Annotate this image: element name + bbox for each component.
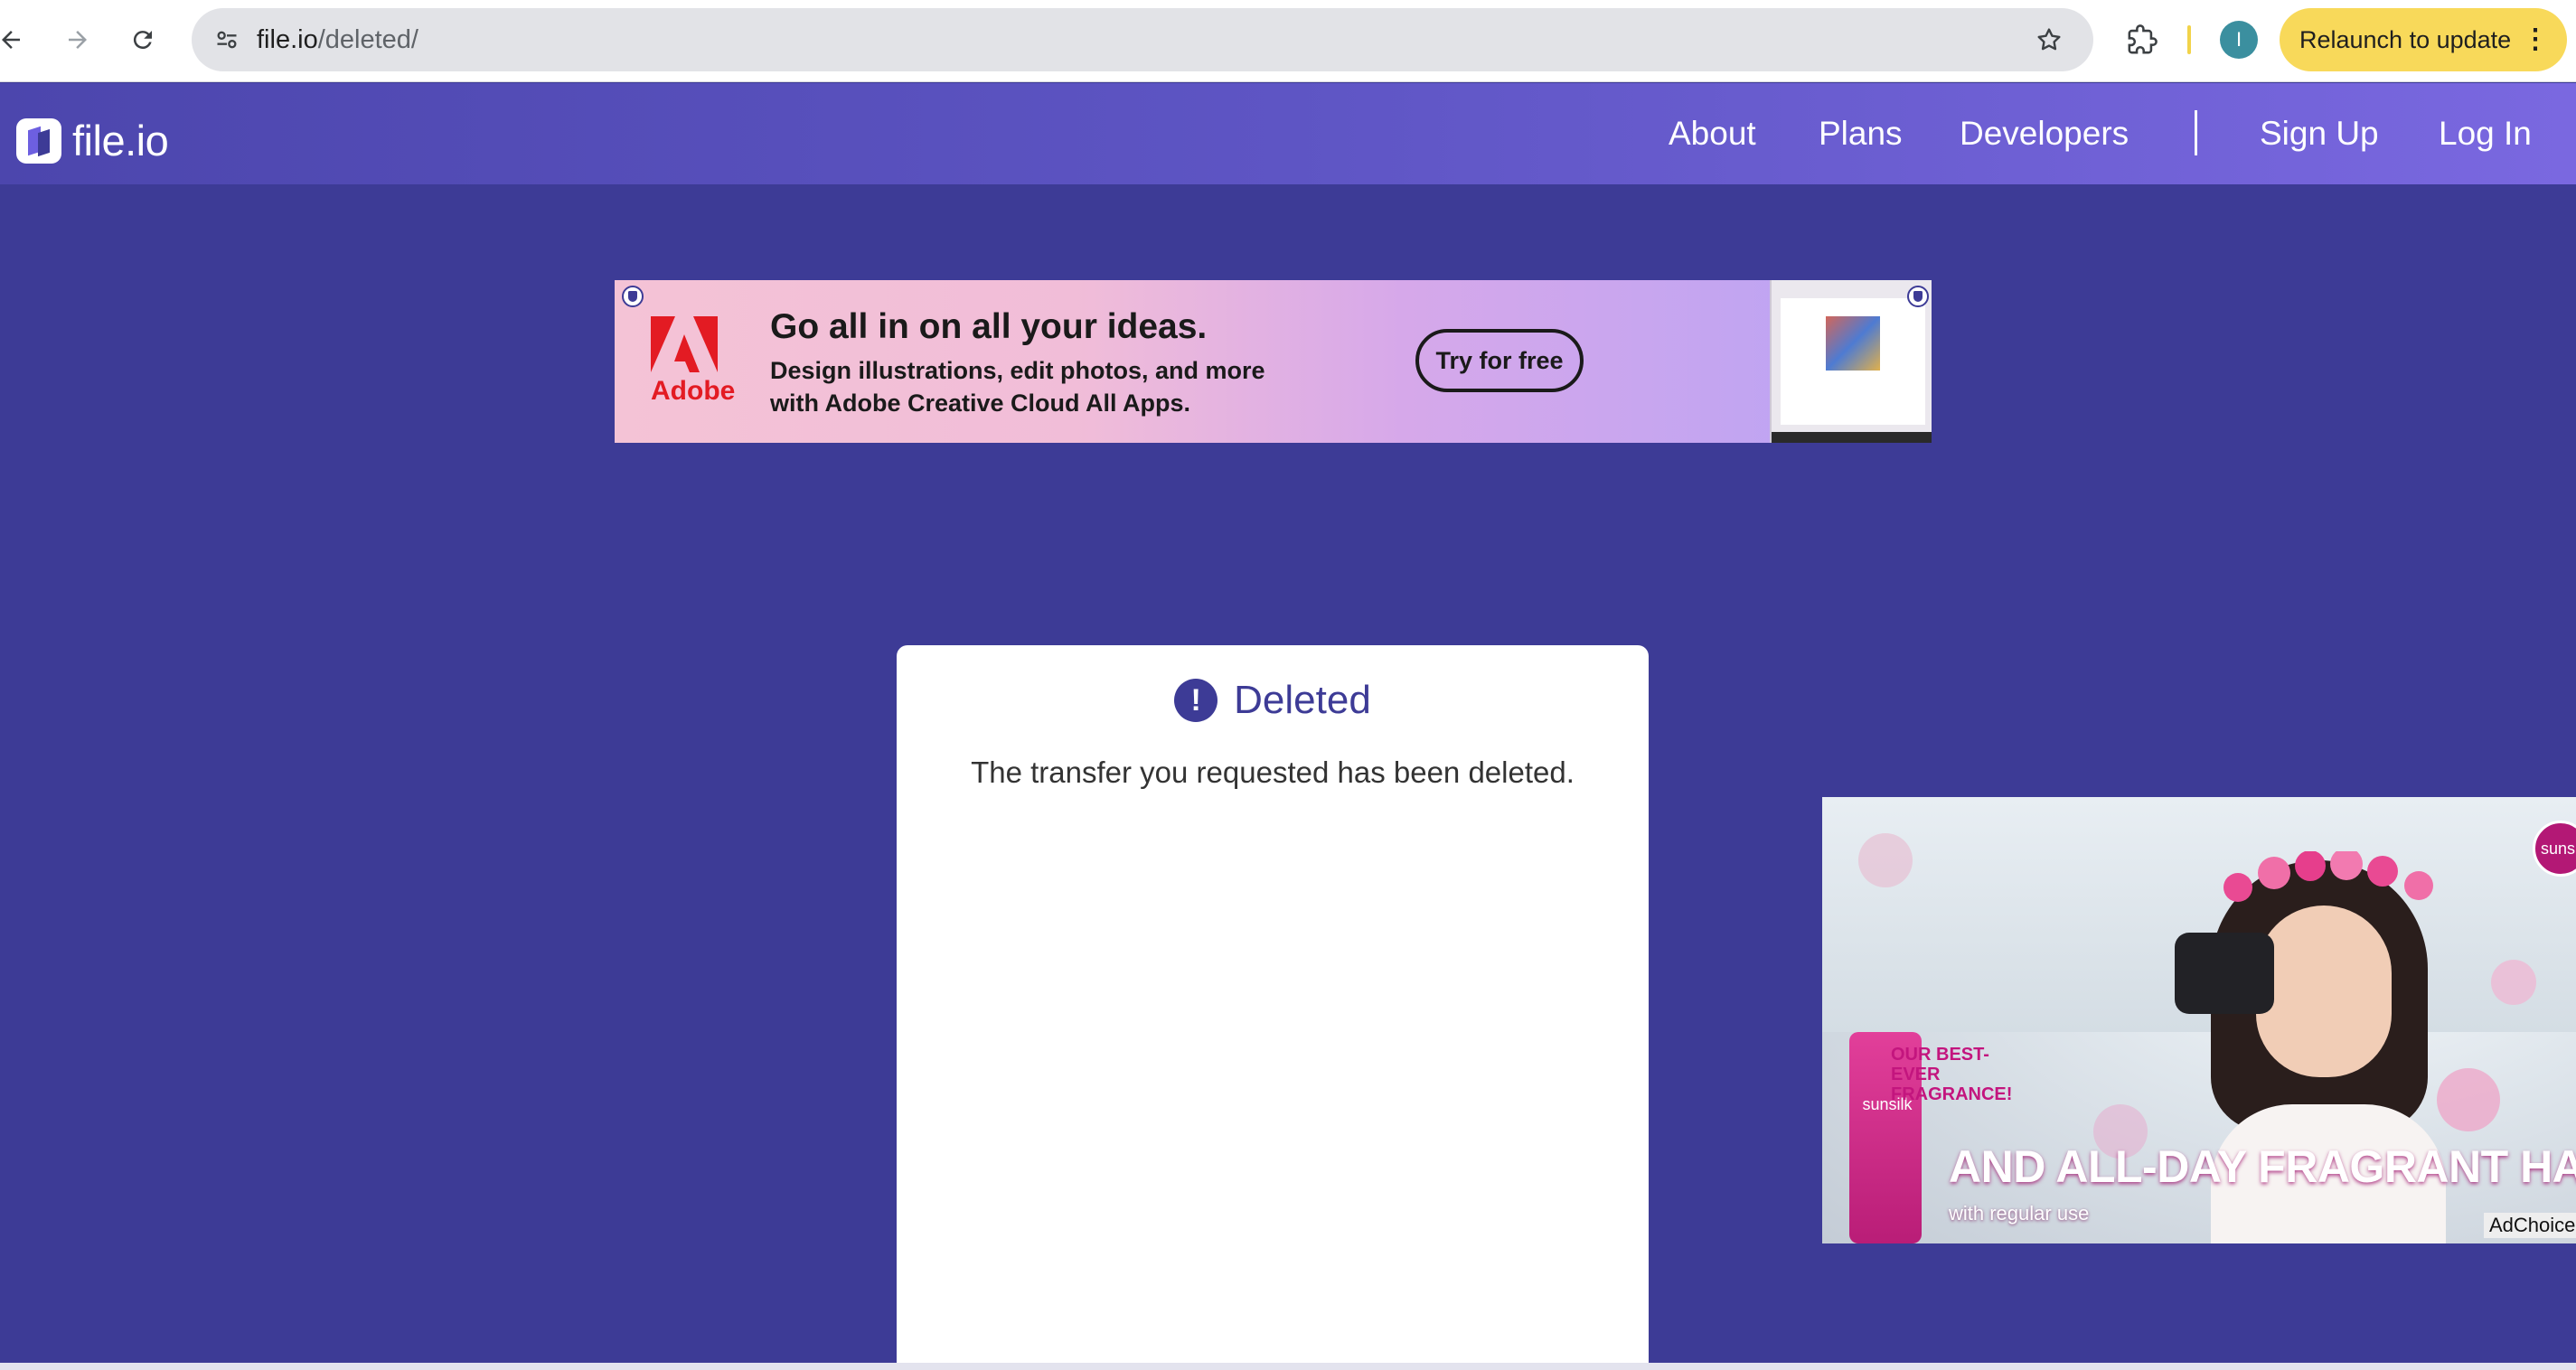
fileio-logo-icon <box>16 117 61 164</box>
camera-icon <box>2175 933 2274 1014</box>
ad-video-subline: with regular use <box>1949 1202 2090 1225</box>
url-host: file.io <box>257 25 318 54</box>
exclamation-circle-icon: ! <box>1174 679 1218 722</box>
address-bar[interactable]: file.io/deleted/ <box>192 8 2093 71</box>
card-header: ! Deleted <box>897 678 1649 723</box>
bookmark-button[interactable] <box>2028 19 2070 61</box>
reload-button[interactable] <box>119 16 166 63</box>
back-button[interactable] <box>0 16 34 63</box>
forward-button[interactable] <box>54 16 101 63</box>
ad-product-screenshot <box>1770 280 1932 443</box>
status-card: ! Deleted The transfer you requested has… <box>897 645 1649 1370</box>
ad-laptop-base <box>1772 432 1932 443</box>
nav-plans[interactable]: Plans <box>1819 83 1903 184</box>
nav-log-in[interactable]: Log In <box>2439 83 2532 184</box>
page-bottom-strip <box>0 1363 2576 1370</box>
extensions-button[interactable] <box>2119 16 2166 63</box>
ad-subtext-line-1: Design illustrations, edit photos, and m… <box>770 357 1265 384</box>
site-info-button[interactable] <box>206 19 248 61</box>
model-face <box>2256 906 2392 1077</box>
adobe-banner-ad[interactable]: Adobe Go all in on all your ideas. Desig… <box>615 280 1932 443</box>
ad-video-headline: AND ALL-DAY FRAGRANT HAIR <box>1949 1141 2576 1192</box>
relaunch-label: Relaunch to update <box>2299 26 2512 53</box>
ad-cta-button[interactable]: Try for free <box>1415 329 1584 392</box>
browser-toolbar: file.io/deleted/ I Relaunch to update ⋮ <box>0 0 2576 82</box>
nav-developers[interactable]: Developers <box>1960 83 2129 184</box>
tune-icon <box>217 31 237 49</box>
arrow-right-icon <box>69 31 87 49</box>
puzzle-icon <box>2128 24 2158 54</box>
card-message: The transfer you requested has been dele… <box>971 755 1575 789</box>
card-title: Deleted <box>1234 678 1371 722</box>
ad-privacy-icon-right[interactable] <box>1907 286 1929 307</box>
adobe-logo-icon <box>651 316 718 372</box>
nav-divider <box>2195 110 2197 155</box>
star-icon <box>2037 28 2061 51</box>
adchoices-button[interactable]: AdChoices <box>2484 1213 2576 1238</box>
ad-subtext: Design illustrations, edit photos, and m… <box>770 354 1265 419</box>
nav-about[interactable]: About <box>1669 83 1756 184</box>
ad-privacy-icon[interactable] <box>622 286 644 307</box>
toolbar-divider <box>2187 25 2191 54</box>
profile-avatar[interactable]: I <box>2220 21 2258 59</box>
ad-promo-headline: OUR BEST-EVER FRAGRANCE! <box>1891 1045 2013 1104</box>
nav-sign-up[interactable]: Sign Up <box>2260 83 2379 184</box>
ad-artwork <box>1826 316 1880 371</box>
url-path: /deleted/ <box>317 25 418 54</box>
site-logo[interactable]: file.io <box>16 116 169 165</box>
relaunch-button[interactable]: Relaunch to update ⋮ <box>2280 8 2567 71</box>
ad-subtext-line-2: with Adobe Creative Cloud All Apps. <box>770 389 1191 417</box>
flower-crown-icon <box>2223 851 2433 902</box>
ad-headline: Go all in on all your ideas. <box>770 307 1208 346</box>
arrow-left-icon <box>2 31 20 49</box>
logo-text: file.io <box>72 117 169 164</box>
reload-icon <box>133 31 152 50</box>
site-header: file.io About Plans Developers Sign Up L… <box>0 83 2576 184</box>
url-text[interactable]: file.io/deleted/ <box>257 8 418 71</box>
sunsilk-video-ad[interactable]: sunsilk OUR BEST-EVER FRAGRANCE! AND ALL… <box>1822 797 2576 1243</box>
kebab-menu-icon[interactable]: ⋮ <box>2522 8 2549 71</box>
flower-decoration <box>1858 833 1913 887</box>
flower-decoration <box>2491 960 2536 1005</box>
adobe-wordmark: Adobe <box>651 376 736 406</box>
